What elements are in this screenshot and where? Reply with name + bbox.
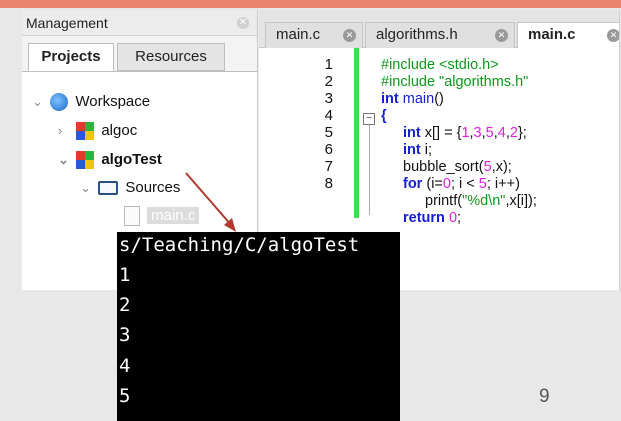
page-number: 9 (539, 386, 550, 407)
annotation-arrow (185, 172, 236, 232)
